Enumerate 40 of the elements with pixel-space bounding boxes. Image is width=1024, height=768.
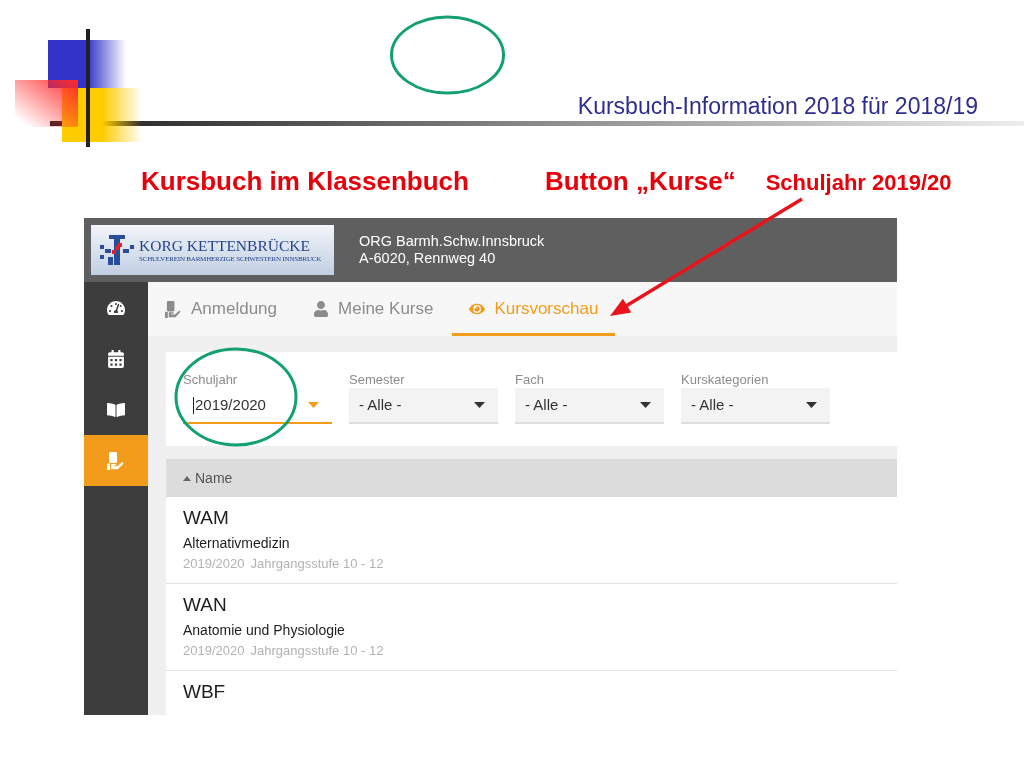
- caret-icon: [806, 402, 817, 408]
- caret-icon: [640, 402, 651, 408]
- school-name: ORG Barmh.Schw.Innsbruck: [359, 233, 545, 250]
- hand-card-icon: [107, 451, 125, 470]
- field-label: Fach: [515, 372, 545, 388]
- field-label: Schuljahr: [183, 372, 239, 388]
- course-list-item[interactable]: WAN Anatomie und Physiologie 2019/2020 Jahrgangsstufe 10 - 12: [166, 584, 897, 671]
- school-address: A-6020, Rennweg 40: [359, 250, 497, 267]
- annotation-note: Schuljahr 2019/20: [765, 169, 952, 197]
- course-year: 2019/2020: [183, 555, 245, 573]
- course-code: WAM: [183, 506, 230, 530]
- field-label: Semester: [349, 372, 406, 388]
- course-list-item[interactable]: WAM Alternativmedizin 2019/2020 Jahrgangsstufe 10 - 12: [166, 497, 897, 584]
- annotation-heading: Button „Kurse“: [544, 165, 736, 198]
- hand-card-icon: [165, 300, 182, 318]
- text-cursor-icon: [193, 396, 194, 414]
- eye-icon: [469, 301, 486, 317]
- course-list-item[interactable]: WBF: [166, 671, 897, 715]
- calendar-icon: [107, 349, 125, 368]
- column-header[interactable]: Name: [195, 467, 233, 489]
- course-year: 2019/2020: [183, 642, 245, 660]
- logo-name: KORG KETTENBRÜCKE: [139, 236, 311, 255]
- course-title: Alternativmedizin: [183, 534, 291, 553]
- course-grade: Jahrgangsstufe 10 - 12: [250, 555, 384, 573]
- course-grade: Jahrgangsstufe 10 - 12: [250, 642, 384, 660]
- field-label: Kurskategorien: [681, 372, 770, 388]
- course-code: WAN: [183, 593, 228, 617]
- slide-title: Kursbuch-Information 2018 für 2018/19: [577, 93, 978, 119]
- cross-logo-icon: [100, 235, 134, 265]
- caret-icon: [474, 402, 485, 408]
- user-icon: [313, 301, 329, 317]
- course-code: WBF: [183, 680, 227, 704]
- dropdown-field[interactable]: - Alle -: [681, 388, 830, 424]
- dropdown-field[interactable]: - Alle -: [349, 388, 498, 424]
- gauge-icon: [107, 298, 125, 317]
- caret-icon: [308, 402, 319, 408]
- course-title: Anatomie und Physiologie: [183, 621, 346, 640]
- annotation-heading: Kursbuch im Klassenbuch: [141, 165, 469, 198]
- book-icon: [107, 400, 125, 419]
- dropdown-field[interactable]: - Alle -: [515, 388, 664, 424]
